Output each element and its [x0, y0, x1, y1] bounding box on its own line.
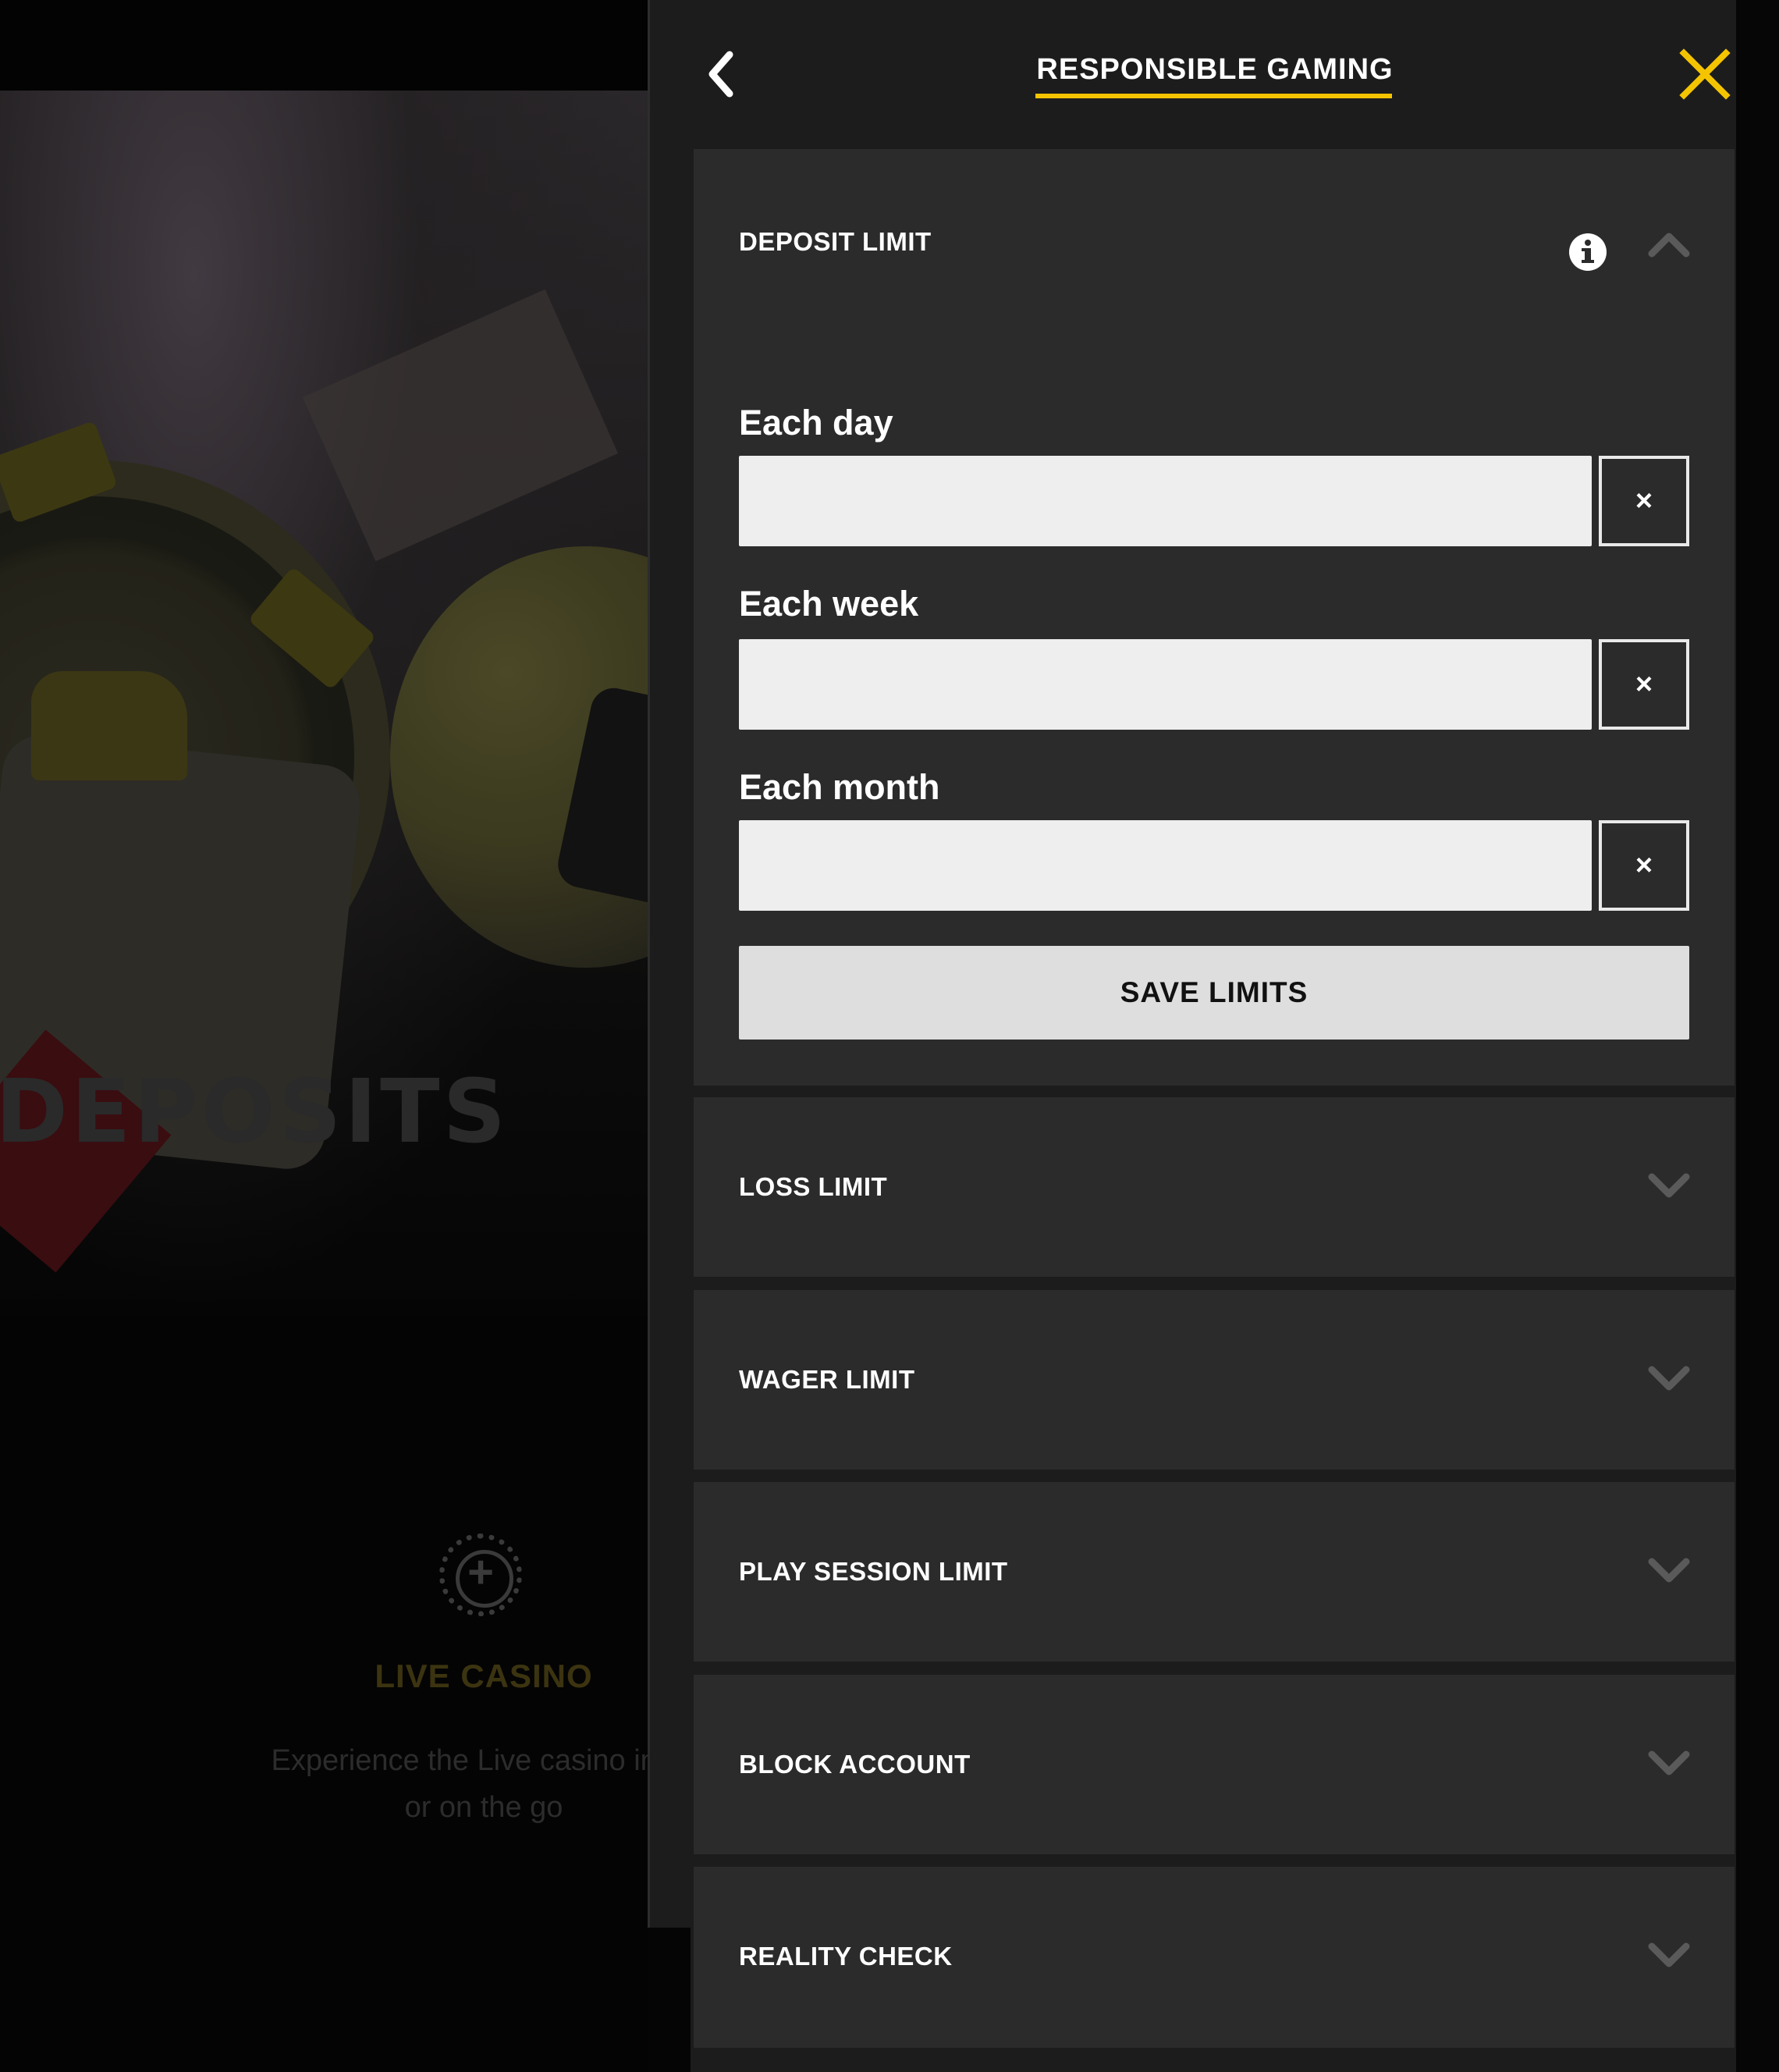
info-icon — [1569, 233, 1607, 271]
live-casino-title[interactable]: LIVE CASINO — [296, 1658, 648, 1695]
panel-title: RESPONSIBLE GAMING — [1036, 53, 1394, 86]
each-month-label: Each month — [739, 767, 940, 807]
panel-title-underline — [1035, 94, 1392, 98]
close-x-icon — [1679, 48, 1731, 100]
each-week-clear-button[interactable]: × — [1599, 639, 1689, 730]
panel-scroll-gutter — [1736, 0, 1779, 2072]
each-week-label: Each week — [739, 584, 919, 624]
each-day-input[interactable] — [739, 456, 1592, 546]
hero-fist-image — [31, 671, 187, 780]
reality-check-section[interactable]: REALITY CHECK — [694, 1867, 1735, 2048]
live-casino-description: Experience the Live casino in yo or on t… — [187, 1737, 648, 1831]
loss-limit-title: LOSS LIMIT — [739, 1172, 888, 1201]
wager-limit-title: WAGER LIMIT — [739, 1365, 915, 1394]
live-casino-description-line2: or on the go — [404, 1791, 563, 1824]
chevron-down-icon — [1648, 1366, 1690, 1391]
loss-limit-expand-button[interactable] — [1647, 1171, 1691, 1202]
hero-title: DEPOSITS — [0, 1061, 510, 1163]
each-month-clear-button[interactable]: × — [1599, 820, 1689, 911]
chevron-down-icon — [1648, 1750, 1690, 1775]
chevron-down-icon — [1648, 1173, 1690, 1198]
deposit-limit-collapse-button[interactable] — [1647, 229, 1691, 260]
background-page: DEPOSITS LIVE CASINO Experience the Live… — [0, 0, 648, 2072]
wager-limit-section[interactable]: WAGER LIMIT — [694, 1290, 1735, 1470]
each-week-input[interactable] — [739, 639, 1592, 730]
reality-check-title: REALITY CHECK — [739, 1942, 953, 1971]
save-limits-button[interactable]: SAVE LIMITS — [739, 946, 1689, 1040]
deposit-limit-section: DEPOSIT LIMIT Each day × Each week × Eac… — [694, 149, 1735, 1086]
block-account-section[interactable]: BLOCK ACCOUNT — [694, 1675, 1735, 1854]
each-day-label: Each day — [739, 403, 893, 442]
deposit-limit-title[interactable]: DEPOSIT LIMIT — [739, 227, 932, 257]
back-button[interactable] — [698, 47, 745, 101]
each-day-clear-button[interactable]: × — [1599, 456, 1689, 546]
chevron-down-icon — [1648, 1942, 1690, 1967]
play-session-limit-expand-button[interactable] — [1647, 1555, 1691, 1587]
close-button[interactable] — [1679, 48, 1731, 100]
block-account-expand-button[interactable] — [1647, 1748, 1691, 1779]
chevron-down-icon — [1648, 1558, 1690, 1583]
roulette-icon — [439, 1534, 522, 1616]
live-casino-description-line1: Experience the Live casino in yo — [271, 1744, 648, 1777]
chevron-up-icon — [1648, 233, 1690, 258]
wager-limit-expand-button[interactable] — [1647, 1363, 1691, 1395]
chevron-left-icon — [708, 51, 733, 98]
background-top-bar — [0, 0, 648, 91]
each-month-input[interactable] — [739, 820, 1592, 911]
reality-check-expand-button[interactable] — [1647, 1940, 1691, 1971]
info-button[interactable] — [1568, 232, 1608, 272]
loss-limit-section[interactable]: LOSS LIMIT — [694, 1097, 1735, 1277]
block-account-title: BLOCK ACCOUNT — [739, 1750, 971, 1779]
play-session-limit-title: PLAY SESSION LIMIT — [739, 1557, 1008, 1586]
play-session-limit-section[interactable]: PLAY SESSION LIMIT — [694, 1482, 1735, 1662]
